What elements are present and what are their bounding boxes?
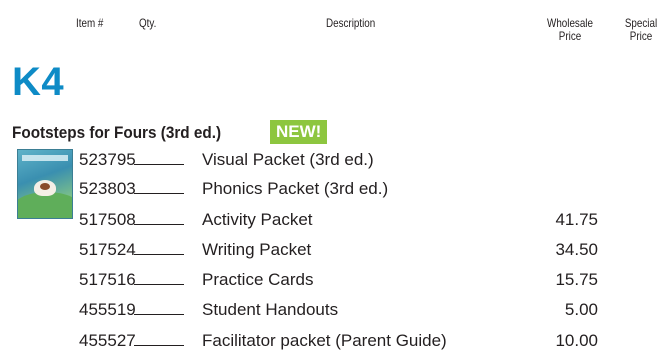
item-description: Practice Cards — [202, 270, 314, 289]
wholesale-price: 5.00 — [564, 300, 598, 319]
wholesale-price: 15.75 — [555, 270, 598, 289]
item-number: 523795 — [79, 150, 136, 169]
qty-blank[interactable] — [134, 193, 184, 194]
header-wholesale-line2: Price — [558, 29, 582, 43]
section-title: Footsteps for Fours (3rd ed.) — [12, 123, 222, 142]
header-qty: Qty. — [139, 16, 157, 30]
item-number: 517516 — [79, 270, 136, 289]
list-item: 517524 Writing Packet 34.50 — [0, 238, 670, 262]
header-wholesale-price: Wholesale Price — [541, 17, 598, 43]
wholesale-price: 10.00 — [555, 331, 598, 350]
qty-blank[interactable] — [134, 224, 184, 225]
list-item: 523795 Visual Packet (3rd ed.) — [0, 148, 670, 172]
header-description: Description — [326, 16, 376, 30]
qty-blank[interactable] — [134, 254, 184, 255]
item-description: Writing Packet — [202, 240, 312, 259]
header-special-line2: Price — [629, 29, 653, 43]
list-item: 523803 Phonics Packet (3rd ed.) — [0, 177, 670, 201]
item-description: Visual Packet (3rd ed.) — [202, 150, 374, 169]
item-number: 517524 — [79, 240, 136, 259]
item-number: 455527 — [79, 331, 136, 350]
new-badge: NEW! — [270, 120, 328, 144]
item-description: Student Handouts — [202, 300, 339, 319]
item-description: Facilitator packet (Parent Guide) — [202, 331, 447, 350]
item-number: 523803 — [79, 179, 136, 198]
qty-blank[interactable] — [134, 345, 184, 346]
qty-blank[interactable] — [134, 164, 184, 165]
header-item: Item # — [76, 16, 104, 30]
wholesale-price: 41.75 — [555, 210, 598, 229]
list-item: 517508 Activity Packet 41.75 — [0, 208, 670, 232]
list-item: 455519 Student Handouts 5.00 — [0, 298, 670, 322]
section-heading: Footsteps for Fours (3rd ed.) NEW! — [12, 120, 328, 146]
item-description: Activity Packet — [202, 210, 313, 229]
item-number: 517508 — [79, 210, 136, 229]
list-item: 517516 Practice Cards 15.75 — [0, 268, 670, 292]
qty-blank[interactable] — [134, 314, 184, 315]
qty-blank[interactable] — [134, 284, 184, 285]
wholesale-price: 34.50 — [555, 240, 598, 259]
item-number: 455519 — [79, 300, 136, 319]
list-item: 455527 Facilitator packet (Parent Guide)… — [0, 329, 670, 353]
grade-heading: K4 — [12, 60, 65, 104]
item-description: Phonics Packet (3rd ed.) — [202, 179, 389, 198]
header-special-price: Special Price — [621, 17, 662, 43]
